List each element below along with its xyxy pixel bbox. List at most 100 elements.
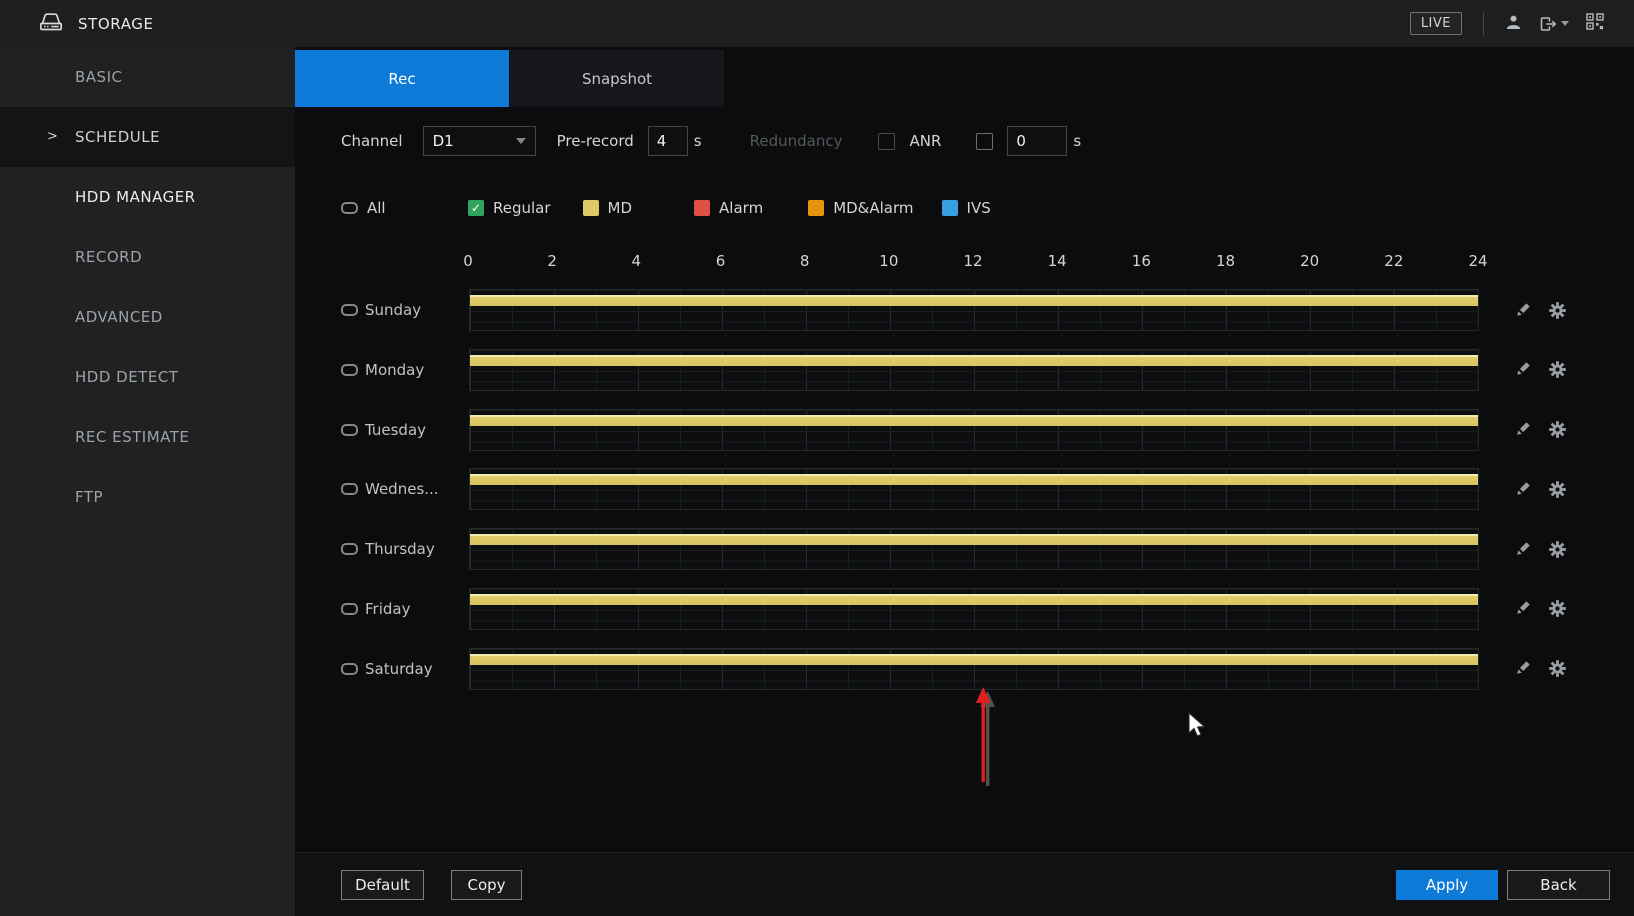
edit-pencil-icon[interactable] <box>1514 660 1531 677</box>
day-checkbox[interactable] <box>341 304 358 316</box>
schedule-bar-md <box>470 534 1478 546</box>
legend-color-chip <box>694 200 711 216</box>
schedule-day-row: Thursday <box>295 528 1634 571</box>
schedule-bar-md <box>470 295 1478 306</box>
legend-item[interactable]: MD <box>582 199 632 217</box>
day-timeline[interactable] <box>469 408 1479 451</box>
logout-icon[interactable] <box>1539 16 1569 32</box>
day-timeline[interactable] <box>469 289 1479 331</box>
day-checkbox[interactable] <box>341 363 358 376</box>
edit-pencil-icon[interactable] <box>1514 302 1531 319</box>
settings-gear-icon[interactable] <box>1549 660 1566 678</box>
legend-items: ✓ Regular MD Alarm MD&Alarm IVS <box>468 199 991 217</box>
day-label: Saturday <box>365 659 433 678</box>
sidebar-item-basic[interactable]: > BASIC <box>0 47 295 107</box>
settings-gear-icon[interactable] <box>1549 600 1566 618</box>
anr-time-input[interactable] <box>1007 126 1068 156</box>
hour-label: 16 <box>1131 252 1151 270</box>
settings-gear-icon[interactable] <box>1549 481 1566 498</box>
channel-select[interactable]: D1 <box>422 126 536 156</box>
top-bar: STORAGE LIVE <box>0 0 1634 47</box>
user-account-icon[interactable] <box>1505 14 1522 34</box>
hour-label: 14 <box>1047 252 1067 270</box>
tab-rec[interactable]: Rec <box>295 50 509 107</box>
sidebar-item-advanced[interactable]: > ADVANCED <box>0 287 295 347</box>
sidebar-item-label: REC ESTIMATE <box>75 428 190 446</box>
edit-pencil-icon[interactable] <box>1514 481 1531 498</box>
day-checkbox[interactable] <box>341 423 358 436</box>
edit-pencil-icon[interactable] <box>1514 421 1531 438</box>
all-checkbox[interactable] <box>341 202 358 214</box>
schedule-grid: Sunday Monday Tuesday Wednes... Thursday… <box>295 289 1634 690</box>
legend-color-chip <box>941 200 958 216</box>
day-checkbox[interactable] <box>341 602 358 615</box>
apply-button[interactable]: Apply <box>1396 869 1498 900</box>
day-timeline[interactable] <box>469 468 1479 511</box>
anr-checkbox[interactable] <box>976 132 994 150</box>
sidebar: > BASIC > SCHEDULE > HDD MANAGER > RECOR… <box>0 47 295 916</box>
hour-label: 0 <box>463 252 473 270</box>
edit-pencil-icon[interactable] <box>1514 541 1531 558</box>
sidebar-item-label: HDD DETECT <box>75 368 179 386</box>
sidebar-item-ftp[interactable]: > FTP <box>0 467 295 527</box>
day-checkbox[interactable] <box>341 662 358 675</box>
sidebar-item-rec-estimate[interactable]: > REC ESTIMATE <box>0 407 295 467</box>
default-button[interactable]: Default <box>341 869 424 900</box>
all-label: All <box>367 199 386 217</box>
live-button[interactable]: LIVE <box>1409 12 1462 35</box>
legend-item[interactable]: MD&Alarm <box>808 199 914 217</box>
copy-button[interactable]: Copy <box>451 869 522 900</box>
sidebar-item-schedule[interactable]: > SCHEDULE <box>0 107 295 167</box>
channel-label: Channel <box>341 132 403 150</box>
record-settings-row: Channel D1 Pre-record s Redundancy ANR s <box>341 125 1634 157</box>
sidebar-item-label: ADVANCED <box>75 308 163 326</box>
hour-label: 2 <box>547 252 557 270</box>
day-timeline[interactable] <box>469 647 1479 690</box>
schedule-day-row: Sunday <box>295 289 1634 331</box>
schedule-bar-md <box>470 593 1478 605</box>
hour-label: 4 <box>631 252 642 270</box>
edit-pencil-icon[interactable] <box>1514 361 1531 378</box>
schedule-bar-md <box>470 354 1478 366</box>
sidebar-item-label: BASIC <box>75 68 123 86</box>
prerecord-input[interactable] <box>647 126 688 156</box>
day-timeline[interactable] <box>469 528 1479 571</box>
legend-color-chip <box>808 200 825 216</box>
day-timeline[interactable] <box>469 348 1479 391</box>
main-area: > BASIC > SCHEDULE > HDD MANAGER > RECOR… <box>0 47 1634 916</box>
settings-gear-icon[interactable] <box>1549 540 1566 558</box>
day-checkbox[interactable] <box>341 483 358 496</box>
sidebar-item-label: RECORD <box>75 248 143 266</box>
legend-item[interactable]: ✓ Regular <box>468 199 551 217</box>
qr-code-icon[interactable] <box>1586 13 1604 34</box>
day-timeline[interactable] <box>469 587 1479 630</box>
hour-label: 24 <box>1468 252 1488 270</box>
sidebar-item-record[interactable]: > RECORD <box>0 227 295 287</box>
schedule-day-row: Wednes... <box>295 468 1634 511</box>
legend-item[interactable]: IVS <box>941 199 991 217</box>
hour-label: 6 <box>715 252 726 270</box>
settings-gear-icon[interactable] <box>1549 361 1566 379</box>
footer-bar: Default Copy Apply Back <box>295 852 1634 916</box>
edit-pencil-icon[interactable] <box>1514 600 1531 617</box>
day-checkbox[interactable] <box>341 543 358 556</box>
back-button[interactable]: Back <box>1507 869 1610 900</box>
tab-snapshot[interactable]: Snapshot <box>509 50 724 107</box>
legend-item[interactable]: Alarm <box>694 199 763 217</box>
settings-gear-icon[interactable] <box>1549 421 1566 438</box>
redundancy-checkbox <box>878 132 896 150</box>
hdd-storage-icon <box>38 12 64 36</box>
settings-gear-icon[interactable] <box>1549 301 1566 319</box>
legend-color-chip <box>582 200 599 216</box>
tab-strip: Rec Snapshot <box>295 50 1634 107</box>
sidebar-item-hdd-detect[interactable]: > HDD DETECT <box>0 347 295 407</box>
schedule-bar-md <box>470 653 1478 665</box>
record-type-legend: All ✓ Regular MD Alarm MD&Alarm IVS <box>341 197 1634 219</box>
sidebar-item-hdd-manager[interactable]: > HDD MANAGER <box>0 167 295 227</box>
day-label: Sunday <box>365 301 422 319</box>
page-title: STORAGE <box>78 14 154 33</box>
hour-label: 10 <box>879 252 899 270</box>
legend-item-label: Regular <box>493 199 551 217</box>
hour-label: 20 <box>1300 252 1320 270</box>
redundancy-label: Redundancy <box>749 132 843 150</box>
